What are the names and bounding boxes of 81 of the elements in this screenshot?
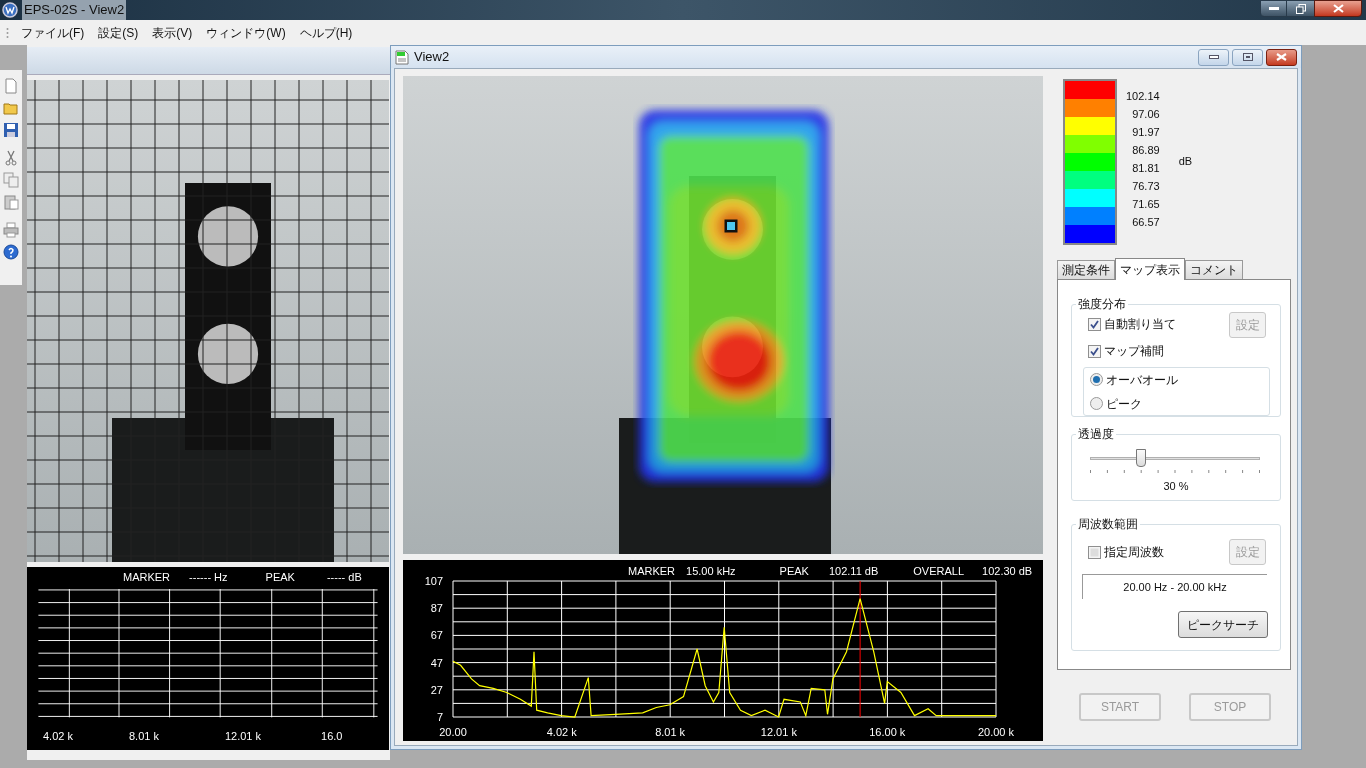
axis-label: 27 [430, 683, 443, 696]
axis-label: 4.02 k [546, 726, 577, 738]
marker-value: ------ Hz [189, 570, 228, 586]
restore-icon [1295, 3, 1306, 14]
minimize-icon [1208, 55, 1219, 59]
peak-value: ----- dB [326, 570, 362, 586]
marker-label: MARKER [123, 570, 171, 586]
document-icon [395, 49, 409, 65]
group-title: 透過度 [1076, 427, 1116, 441]
checkbox-label: 自動割り当て [1104, 316, 1176, 333]
restore-button[interactable] [1287, 0, 1314, 17]
tab[interactable]: マップ表示 [1115, 258, 1185, 280]
tab[interactable]: 測定条件 [1057, 260, 1115, 279]
close-icon [1332, 4, 1344, 13]
axis-label: 20.00 [439, 726, 467, 738]
radio-button[interactable] [1090, 373, 1103, 386]
group-title: 強度分布 [1076, 297, 1128, 311]
axis-label: 12.01 k [760, 726, 797, 738]
minimize-icon [1268, 6, 1279, 11]
axis-label: 8.01 k [128, 728, 159, 744]
scale-value: 66.57 [1132, 215, 1160, 230]
peak-value: 102.11 dB [828, 564, 879, 579]
axis-label: 16.0 [321, 728, 343, 744]
range-field: 20.00 Hz - 20.00 kHz [1082, 574, 1267, 599]
app-logo-icon [2, 2, 18, 18]
marker-label: MARKER [628, 564, 676, 579]
axis-label: 67 [430, 629, 443, 642]
menu-item[interactable]: 設定(S) [92, 23, 145, 42]
slider-value: 30 % [1163, 479, 1189, 494]
checkbox[interactable] [1088, 545, 1101, 559]
menu-item[interactable]: ファイル(F) [15, 23, 91, 42]
axis-label: 20.00 k [977, 726, 1015, 738]
scale-value: 97.06 [1132, 107, 1160, 122]
minimize-button[interactable] [1198, 48, 1229, 66]
overall-label: OVERALL [913, 564, 965, 579]
slider-thumb[interactable] [1136, 449, 1147, 467]
axis-label: 16.00 k [869, 726, 906, 738]
axis-label: 4.02 k [43, 728, 73, 744]
window-title: EPS-02S - View2 [22, 0, 127, 20]
minimize-button[interactable] [1260, 0, 1287, 17]
clipboard-icon[interactable] [3, 194, 19, 210]
overall-value: 102.30 dB [982, 564, 1033, 579]
menu-grip-icon [6, 26, 9, 39]
scissors-icon[interactable] [3, 150, 19, 166]
help-icon[interactable] [3, 244, 19, 260]
radio-label: オーバオール [1106, 371, 1178, 389]
axis-label: 8.01 k [655, 726, 686, 738]
scale-value: 86.89 [1132, 143, 1160, 158]
radio-label: ピーク [1106, 395, 1142, 413]
checkbox[interactable] [1088, 317, 1101, 331]
window-title: View2 [414, 48, 450, 67]
peak-label: PEAK [265, 570, 295, 586]
scale-value: 91.97 [1132, 125, 1160, 140]
button[interactable]: ピークサーチ [1178, 611, 1268, 638]
scale-value: 71.65 [1132, 197, 1160, 212]
axis-label: 47 [430, 656, 443, 669]
close-icon [1276, 53, 1287, 61]
axis-label: 87 [430, 602, 443, 615]
group-title: 周波数範囲 [1076, 517, 1140, 531]
checkbox[interactable] [1088, 344, 1101, 358]
scale-value: 76.73 [1132, 179, 1160, 194]
tab[interactable]: コメント [1185, 260, 1243, 279]
scale-value: 81.81 [1132, 161, 1160, 176]
marker-value: 15.00 kHz [686, 564, 736, 579]
axis-label: 7 [436, 711, 443, 723]
close-button[interactable] [1266, 48, 1297, 66]
radio-button[interactable] [1090, 397, 1103, 410]
scale-value: 102.14 [1126, 89, 1160, 104]
menu-item[interactable]: 表示(V) [146, 23, 199, 42]
axis-label: 12.01 k [224, 728, 262, 744]
checkbox-label: マップ補間 [1104, 343, 1164, 360]
menu-item[interactable]: ヘルプ(H) [293, 23, 359, 42]
checkbox-label: 指定周波数 [1104, 544, 1164, 561]
unit-label: dB [1178, 154, 1193, 167]
menu-item[interactable]: ウィンドウ(W) [200, 23, 292, 42]
axis-label: 107 [424, 575, 443, 587]
peak-label: PEAK [779, 564, 809, 579]
printer-icon[interactable] [3, 222, 19, 238]
close-button[interactable] [1314, 0, 1362, 17]
maximize-button[interactable] [1232, 48, 1263, 66]
maximize-icon [1242, 53, 1253, 61]
